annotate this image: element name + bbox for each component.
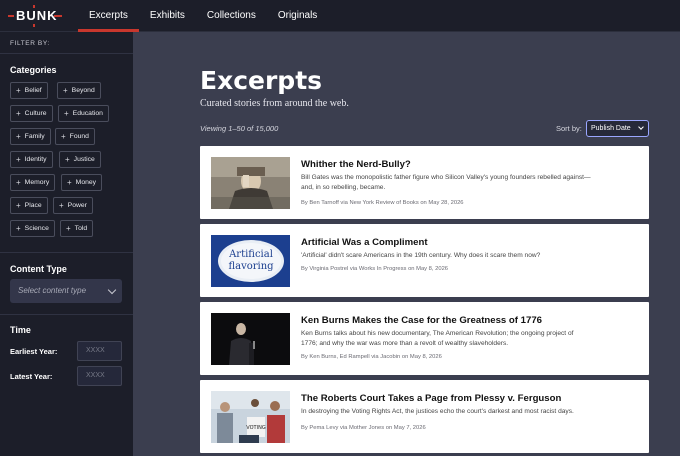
- chip-money[interactable]: + Money: [61, 174, 103, 191]
- excerpt-card[interactable]: Whither the Nerd-Bully? Bill Gates was t…: [200, 146, 649, 219]
- categories-title: Categories: [10, 65, 57, 75]
- protest-photo-icon: VOTING: [211, 391, 290, 443]
- plus-icon: +: [66, 224, 71, 233]
- plus-icon: +: [64, 109, 69, 118]
- divider: [0, 252, 133, 253]
- card-thumbnail[interactable]: [211, 313, 290, 365]
- card-byline: By Ben Tarnoff via New York Review of Bo…: [301, 200, 464, 206]
- divider: [0, 314, 133, 315]
- chevron-down-icon: [107, 285, 117, 295]
- page-title: Excerpts: [200, 66, 323, 95]
- chevron-down-icon: [638, 124, 644, 130]
- sort-value: Publish Date: [591, 125, 631, 132]
- chip-beyond[interactable]: + Beyond: [57, 82, 101, 99]
- card-title[interactable]: Ken Burns Makes the Case for the Greatne…: [301, 315, 542, 326]
- nav-exhibits[interactable]: Exhibits: [139, 0, 196, 32]
- plus-icon: +: [16, 224, 21, 233]
- earliest-year-input[interactable]: XXXX: [77, 341, 122, 361]
- chip-power[interactable]: + Power: [53, 197, 93, 214]
- plus-icon: +: [16, 86, 21, 95]
- sort-label: Sort by:: [556, 124, 582, 133]
- divider: [0, 53, 133, 54]
- logo-text: BUNK: [16, 8, 58, 23]
- chip-identity[interactable]: + Identity: [10, 151, 53, 168]
- excerpt-card[interactable]: Ken Burns Makes the Case for the Greatne…: [200, 302, 649, 375]
- chip-told[interactable]: + Told: [60, 220, 94, 237]
- card-byline: By Virginia Postrel via Works In Progres…: [301, 266, 449, 272]
- page-subtitle: Curated stories from around the web.: [200, 98, 349, 109]
- chip-memory[interactable]: + Memory: [10, 174, 56, 191]
- sort-select[interactable]: Publish Date: [586, 120, 649, 137]
- nav-originals[interactable]: Originals: [267, 0, 328, 32]
- plus-icon: +: [63, 86, 68, 95]
- chip-found[interactable]: + Found: [55, 128, 95, 145]
- card-thumbnail[interactable]: VOTING: [211, 391, 290, 443]
- top-nav-bar: BUNK Excerpts Exhibits Collections Origi…: [0, 0, 680, 32]
- speaker-photo-icon: [211, 313, 290, 365]
- content-type-placeholder: Select content type: [18, 286, 87, 295]
- chip-culture[interactable]: + Culture: [10, 105, 53, 122]
- plus-icon: +: [16, 132, 21, 141]
- portrait-photo-icon: [211, 157, 290, 209]
- plus-icon: +: [61, 132, 66, 141]
- card-title[interactable]: The Roberts Court Takes a Page from Ples…: [301, 393, 561, 404]
- earliest-year-label: Earliest Year:: [10, 347, 58, 356]
- thumb-text-flavoring: flavoring: [228, 261, 274, 272]
- main-content: Excerpts Curated stories from around the…: [133, 32, 680, 456]
- plus-icon: +: [59, 201, 64, 210]
- filter-sidebar: FILTER BY: Categories + Belief + Beyond + C…: [0, 32, 133, 456]
- card-byline: By Pema Levy via Mother Jones on May 7, …: [301, 425, 426, 431]
- card-byline: By Ken Burns, Ed Rampell via Jacobin on …: [301, 354, 442, 360]
- card-thumbnail[interactable]: Artificial flavoring: [211, 235, 290, 287]
- thumb-sign-text: VOTING: [246, 425, 266, 431]
- card-description: Bill Gates was the monopolistic father f…: [301, 174, 591, 191]
- main-nav: Excerpts Exhibits Collections Originals: [78, 0, 328, 32]
- chip-place[interactable]: + Place: [10, 197, 48, 214]
- latest-year-input[interactable]: XXXX: [77, 366, 122, 386]
- card-description: In destroying the Voting Rights Act, the…: [301, 408, 574, 415]
- filter-by-label: FILTER BY:: [10, 40, 50, 47]
- plus-icon: +: [65, 155, 70, 164]
- card-thumbnail[interactable]: [211, 157, 290, 209]
- results-count: Viewing 1–50 of 15,000: [200, 124, 279, 133]
- content-type-select[interactable]: Select content type: [10, 279, 122, 303]
- latest-year-label: Latest Year:: [10, 372, 53, 381]
- nav-collections[interactable]: Collections: [196, 0, 267, 32]
- nav-excerpts[interactable]: Excerpts: [78, 0, 139, 32]
- chip-belief[interactable]: + Belief: [10, 82, 48, 99]
- plus-icon: +: [16, 201, 21, 210]
- thumb-text-artificial: Artificial: [228, 249, 273, 260]
- content-type-title: Content Type: [10, 264, 67, 274]
- plus-icon: +: [16, 178, 21, 187]
- time-title: Time: [10, 325, 31, 335]
- artificial-flavoring-label-image: Artificial flavoring: [211, 235, 290, 287]
- plus-icon: +: [16, 155, 21, 164]
- chip-science[interactable]: + Science: [10, 220, 55, 237]
- bunk-logo[interactable]: BUNK: [6, 5, 64, 27]
- chip-justice[interactable]: + Justice: [59, 151, 101, 168]
- card-title[interactable]: Whither the Nerd-Bully?: [301, 159, 411, 170]
- excerpt-card[interactable]: Artificial flavoring Artificial Was a Co…: [200, 224, 649, 297]
- chip-family[interactable]: + Family: [10, 128, 51, 145]
- card-title[interactable]: Artificial Was a Compliment: [301, 237, 428, 248]
- excerpt-card[interactable]: VOTING The Roberts Court Takes a Page fr…: [200, 380, 649, 453]
- plus-icon: +: [67, 178, 72, 187]
- card-description: Ken Burns talks about his new documentar…: [301, 330, 574, 347]
- card-description: 'Artificial' didn't scare Americans in t…: [301, 252, 541, 259]
- plus-icon: +: [16, 109, 21, 118]
- chip-education[interactable]: + Education: [58, 105, 109, 122]
